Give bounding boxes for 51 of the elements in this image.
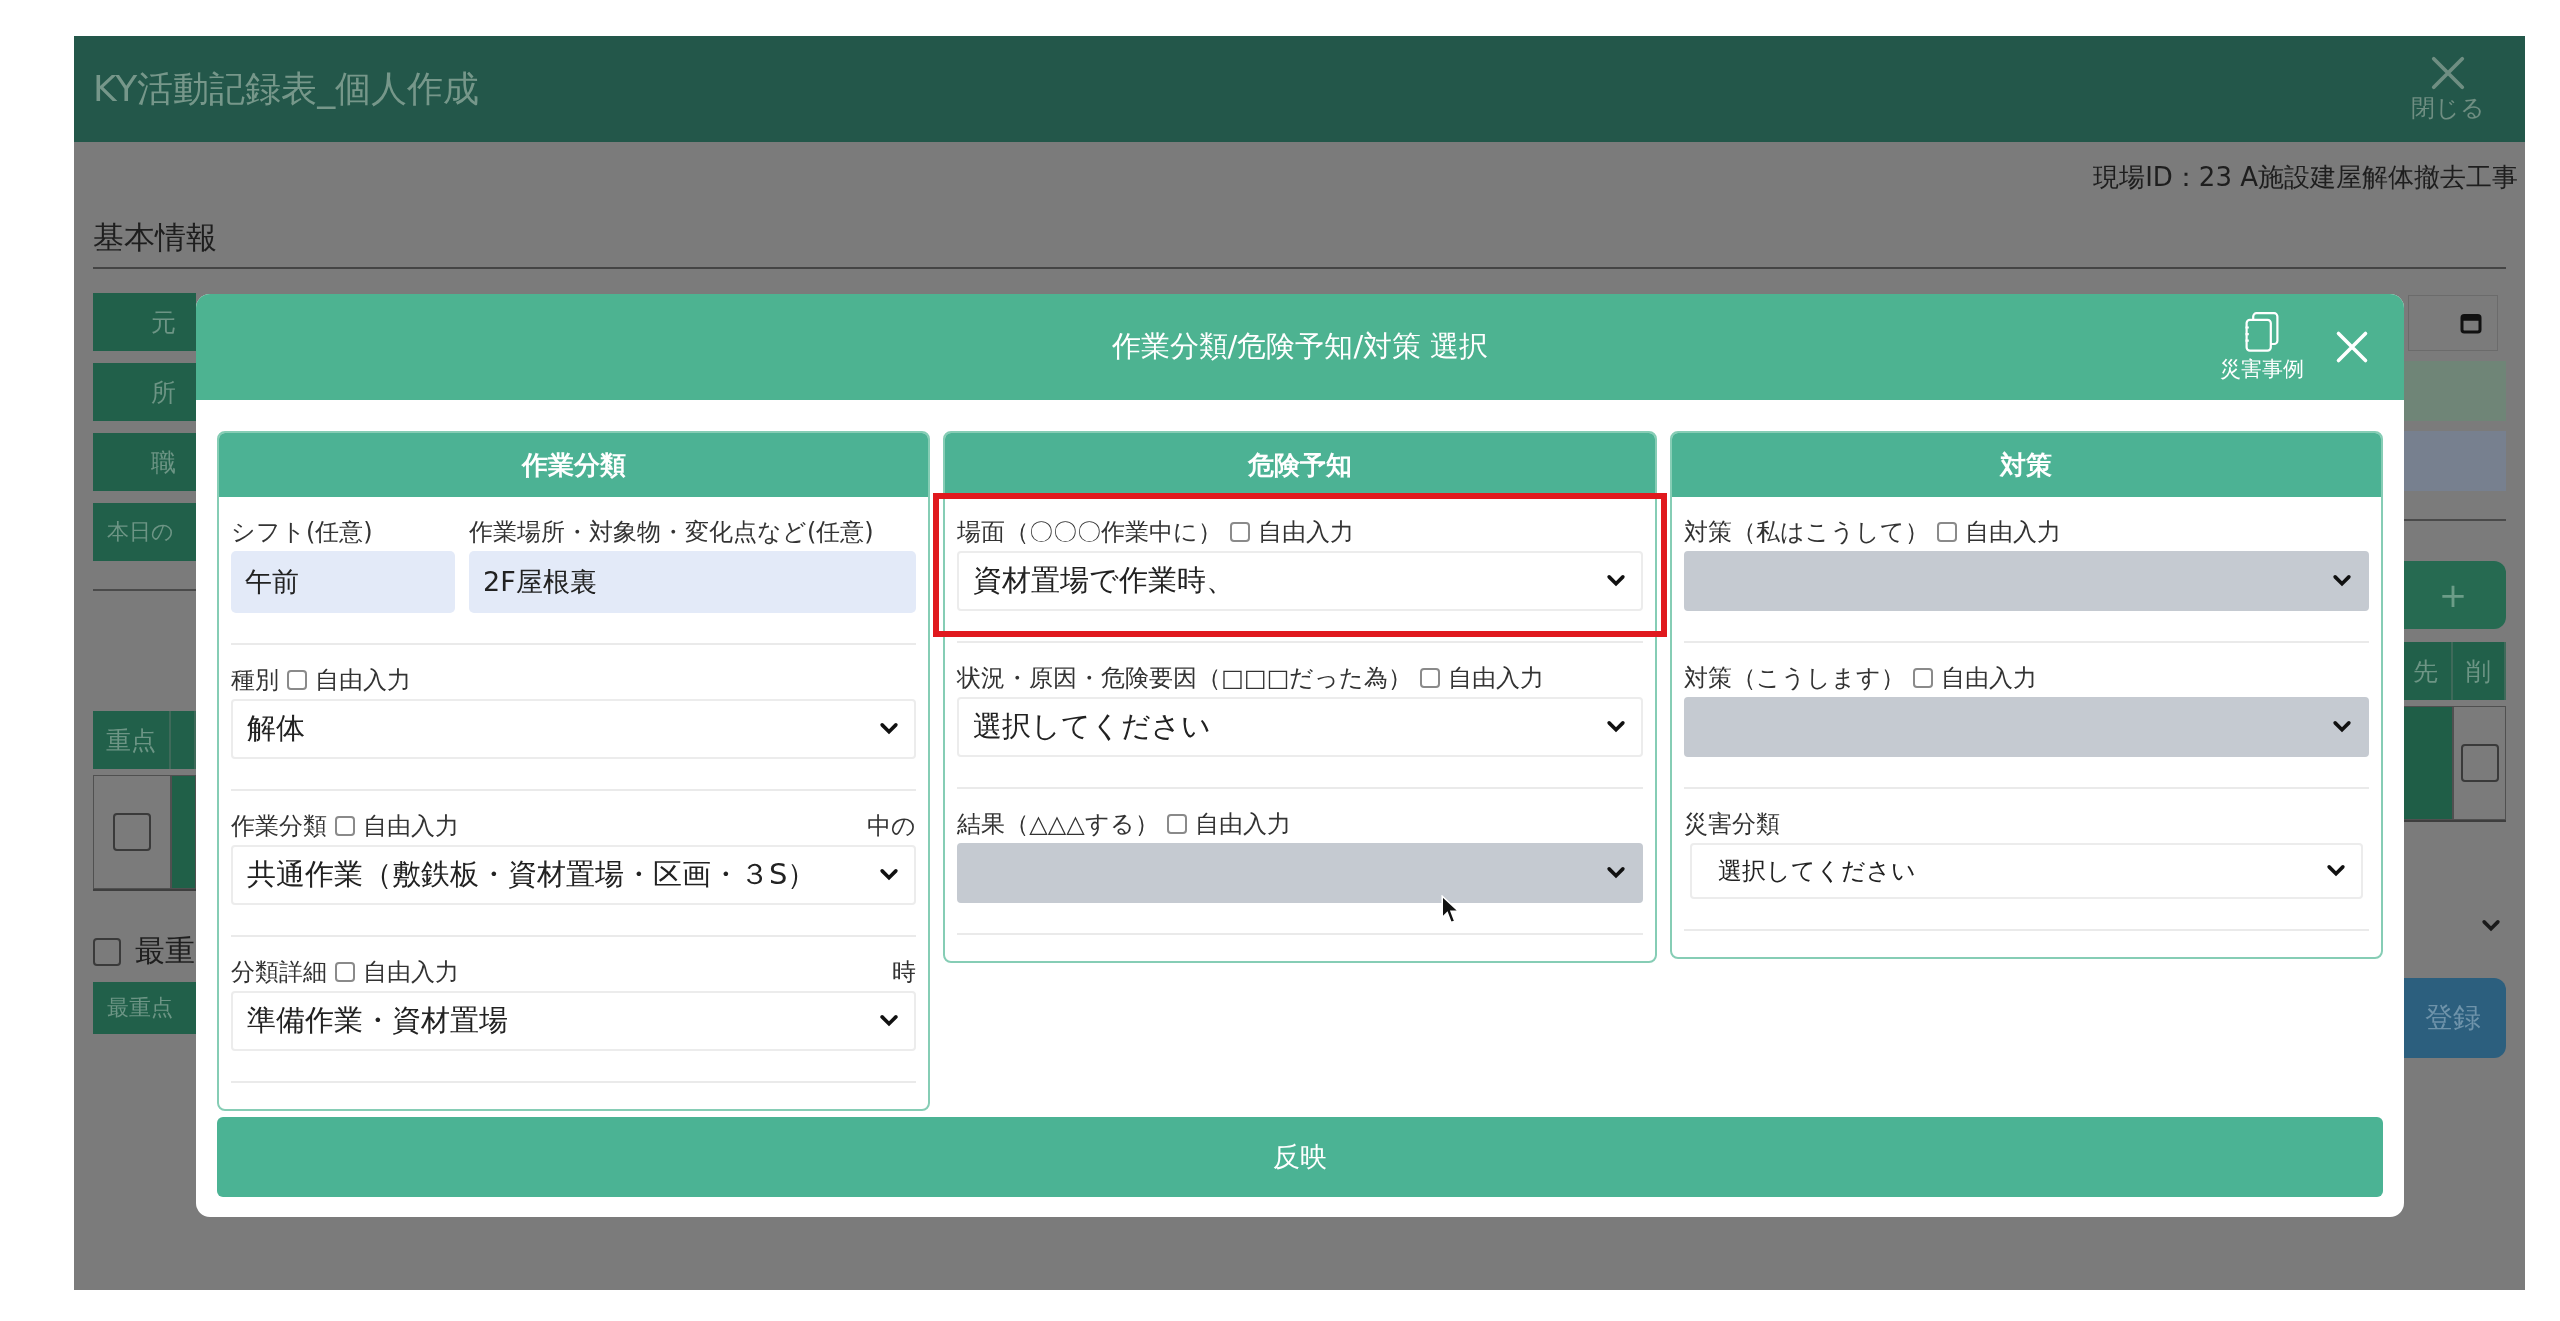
modal-title: 作業分類/危険予知/対策 選択 <box>1111 328 1489 365</box>
checkbox[interactable] <box>287 670 307 690</box>
checkbox[interactable] <box>335 816 355 836</box>
checkbox[interactable] <box>1230 522 1251 542</box>
checkbox[interactable] <box>113 813 151 851</box>
select-field[interactable]: 共通作業（敷鉄板・資材置場・区画・３S） <box>231 845 917 905</box>
checkbox-label: 自由入力 <box>1448 663 1545 694</box>
date-field[interactable] <box>2408 295 2498 351</box>
table-header-cell <box>171 711 196 769</box>
checkbox-label: 自由入力 <box>1940 663 2037 694</box>
page-title: KY活動記録表_個人作成 <box>93 66 480 111</box>
field-label: 作業場所・対象物・変化点など(任意) <box>469 517 875 547</box>
field-label: 対策（こうします） <box>1683 663 1905 694</box>
checkbox-label: 最重 <box>135 932 195 970</box>
text-field[interactable]: 午前 <box>231 551 455 613</box>
section-title: 基本情報 <box>93 219 217 255</box>
checkbox[interactable] <box>2460 744 2499 782</box>
close-icon <box>2429 54 2467 92</box>
field-label: 災害分類 <box>1683 809 1780 840</box>
field-label: シフト(任意) <box>231 517 374 547</box>
site-id-text: 現場ID：23 A施設建屋解体撤去工事 <box>2093 161 2518 194</box>
field-note: 中の <box>867 811 917 842</box>
field-label: 場面（〇〇〇作業中に） <box>957 517 1223 548</box>
checkbox[interactable] <box>93 937 121 966</box>
checkbox[interactable] <box>1420 668 1441 688</box>
panel-header: 対策 <box>1671 433 2381 497</box>
checkbox-label: 自由入力 <box>363 811 459 842</box>
field-note: 時 <box>892 957 917 988</box>
checkbox-label: 自由入力 <box>1194 809 1291 840</box>
text-field[interactable]: 2F屋根裏 <box>469 551 917 613</box>
field-label: 分類詳細 <box>231 957 327 988</box>
table-header-cell: 削 <box>2453 642 2506 700</box>
select-field[interactable]: 選択してください <box>1689 843 2363 899</box>
close-icon[interactable] <box>2334 329 2370 365</box>
select-field[interactable]: 資材置場で作業時、 <box>957 551 1643 611</box>
select-field[interactable]: 選択してください <box>957 697 1643 757</box>
calendar-icon <box>2459 311 2483 335</box>
checkbox-label: 自由入力 <box>1258 517 1355 548</box>
table-header-cell: 重点 <box>93 711 171 769</box>
field-label: 種別 <box>231 665 279 696</box>
select-field[interactable]: 準備作業・資材置場 <box>231 991 917 1051</box>
checkbox-label: 自由入力 <box>315 665 411 696</box>
select-field[interactable]: 解体 <box>231 699 917 759</box>
field-label: 作業分類 <box>231 811 327 842</box>
panel-header: 作業分類 <box>219 433 929 497</box>
checkbox-label: 自由入力 <box>363 957 459 988</box>
checkbox[interactable] <box>335 962 355 982</box>
field-label: 結果（△△△する） <box>957 809 1159 840</box>
field-label: 対策（私はこうして） <box>1683 517 1929 548</box>
checkbox-label: 自由入力 <box>1964 517 2061 548</box>
field-label: 状況・原因・危険要因（□□□だった為） <box>957 663 1413 694</box>
